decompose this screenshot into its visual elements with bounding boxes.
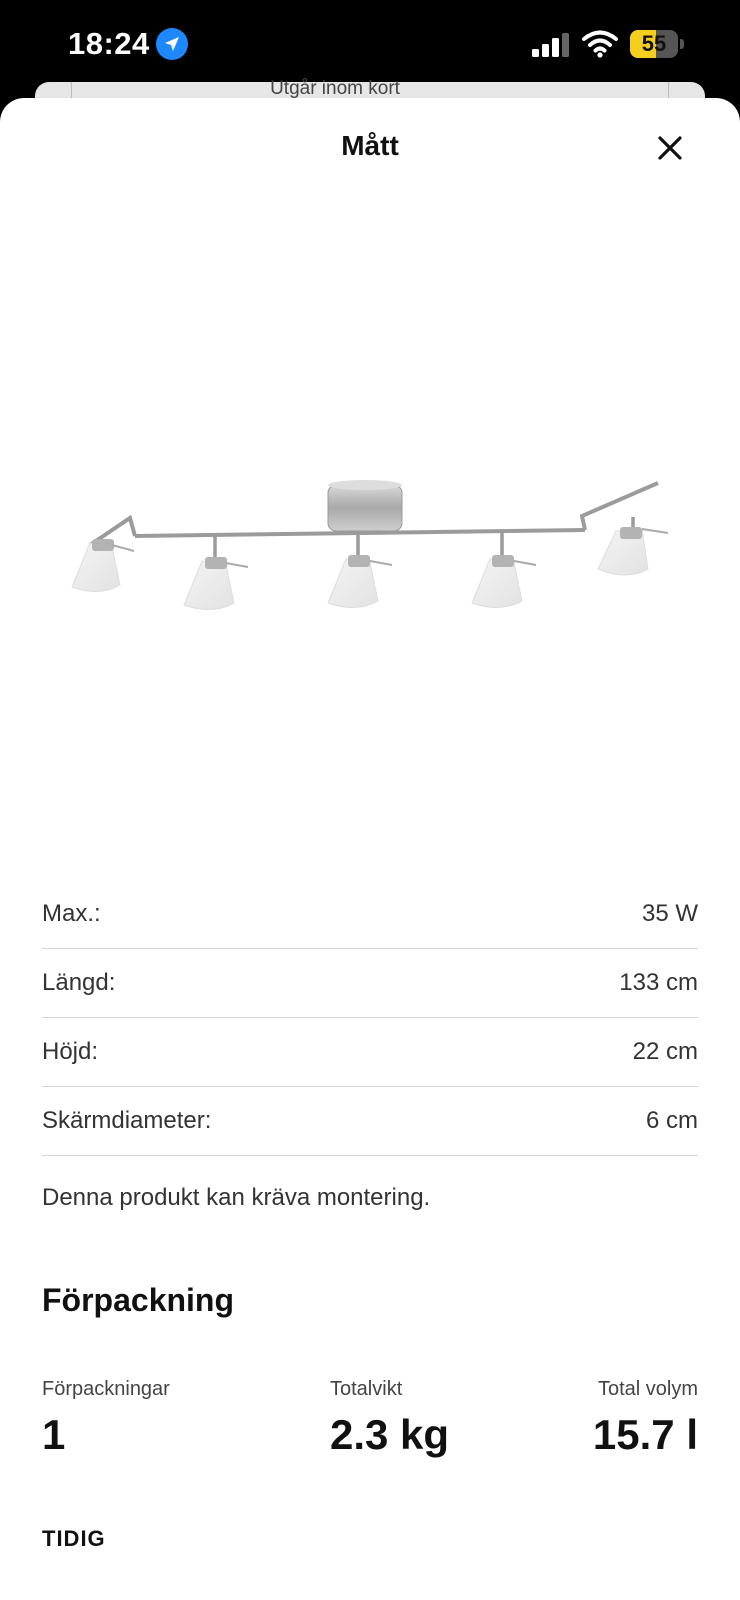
packaging-count: Förpackningar 1	[42, 1378, 170, 1459]
packaging-volume-label: Total volym	[597, 1378, 698, 1400]
background-page-text: Utgår inom kort	[270, 78, 400, 99]
location-arrow-icon	[156, 28, 188, 60]
dimension-value: 133 cm	[619, 969, 698, 996]
assembly-note: Denna produkt kan kräva montering.	[42, 1184, 431, 1211]
product-series-label: TIDIG	[42, 1526, 106, 1551]
battery-indicator: 55	[630, 30, 684, 58]
dimensions-sheet: Mått Max.: 35 W Längd: 133 cm Höjd: 22 c…	[0, 98, 740, 1600]
dimension-label: Skärmdiameter:	[42, 1107, 212, 1134]
dimension-value: 22 cm	[632, 1038, 698, 1065]
dimension-label: Höjd:	[42, 1038, 99, 1065]
dimensions-list: Max.: 35 W Längd: 133 cm Höjd: 22 cm Skä…	[42, 880, 698, 1156]
dimension-row: Längd: 133 cm	[42, 949, 698, 1018]
sheet-title: Mått	[341, 130, 399, 161]
packaging-weight-value: 2.3 kg	[330, 1411, 450, 1458]
cellular-signal-icon	[532, 33, 569, 57]
product-image	[71, 480, 669, 610]
close-button[interactable]	[650, 128, 690, 168]
packaging-volume: Total volym 15.7 l	[593, 1378, 698, 1459]
dimension-row: Max.: 35 W	[42, 880, 698, 949]
packaging-heading: Förpackning	[42, 1282, 235, 1318]
dimension-value: 6 cm	[645, 1107, 698, 1134]
packaging-count-label: Förpackningar	[42, 1378, 170, 1400]
dimension-label: Max.:	[42, 900, 101, 927]
dimension-row: Skärmdiameter: 6 cm	[42, 1087, 698, 1156]
wifi-icon	[582, 30, 618, 58]
status-bar: 18:24 55	[0, 0, 740, 90]
packaging-count-value: 1	[42, 1411, 66, 1458]
packaging-volume-value: 15.7 l	[592, 1411, 698, 1458]
status-time: 18:24	[68, 26, 150, 61]
packaging-weight: Totalvikt 2.3 kg	[330, 1378, 449, 1459]
close-icon	[658, 136, 682, 160]
dimension-value: 35 W	[641, 900, 698, 927]
battery-percent: 55	[641, 31, 667, 56]
dimension-row: Höjd: 22 cm	[42, 1018, 698, 1087]
dimension-label: Längd:	[42, 969, 116, 996]
packaging-weight-label: Totalvikt	[330, 1378, 403, 1400]
